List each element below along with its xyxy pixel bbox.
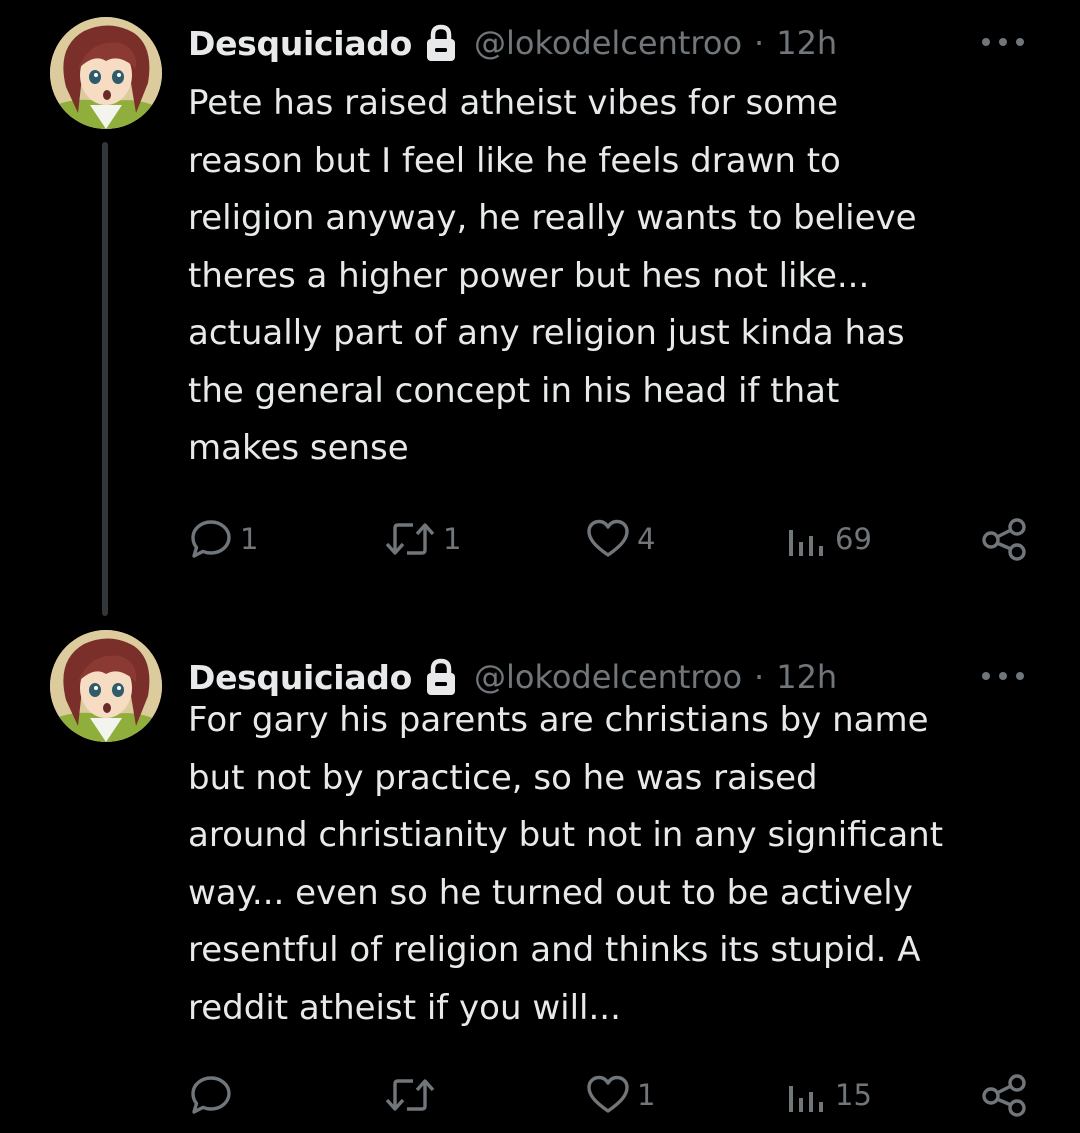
separator-dot: ·: [754, 24, 765, 62]
author-name[interactable]: Desquiciado: [188, 24, 412, 63]
like-button[interactable]: 4: [585, 514, 655, 564]
retweet-button[interactable]: [383, 1070, 443, 1120]
share-button[interactable]: [980, 1070, 1030, 1120]
tweet-actions: 1 15: [0, 1070, 1080, 1120]
views-count: 69: [835, 522, 872, 556]
reply-button[interactable]: 1: [188, 514, 258, 564]
tweet[interactable]: Desquiciado @lokodelcentroo · 12h For ga…: [0, 620, 1080, 1133]
reply-button[interactable]: [188, 1070, 240, 1120]
share-icon: [982, 518, 1026, 561]
lock-icon: [426, 658, 455, 695]
heart-icon: [587, 519, 629, 557]
like-button[interactable]: 1: [585, 1070, 655, 1120]
reply-icon: [191, 520, 231, 558]
author-handle[interactable]: @lokodelcentroo: [474, 24, 742, 62]
lock-icon: [426, 24, 455, 61]
separator-dot: ·: [754, 658, 765, 696]
retweet-count: 1: [443, 522, 462, 556]
reply-icon: [191, 1076, 231, 1114]
views-count: 15: [835, 1078, 872, 1112]
views-icon: [789, 1086, 823, 1112]
like-count: 1: [637, 1078, 656, 1112]
views-button[interactable]: 69: [785, 514, 872, 564]
avatar[interactable]: [50, 17, 162, 129]
views-icon: [789, 530, 823, 556]
retweet-icon: [385, 1079, 435, 1111]
timestamp[interactable]: 12h: [776, 24, 837, 62]
tweet-header: Desquiciado @lokodelcentroo · 12h: [188, 18, 1080, 68]
reply-count: 1: [240, 522, 259, 556]
heart-icon: [587, 1075, 629, 1113]
tweet[interactable]: Desquiciado @lokodelcentroo · 12h Pete h…: [0, 0, 1080, 620]
tweet-text: For gary his parents are christians by n…: [188, 700, 944, 1028]
like-count: 4: [637, 522, 656, 556]
author-name[interactable]: Desquiciado: [188, 658, 412, 697]
author-handle[interactable]: @lokodelcentroo: [474, 658, 742, 696]
more-icon[interactable]: [978, 32, 1028, 52]
share-button[interactable]: [980, 514, 1030, 564]
retweet-button[interactable]: 1: [383, 514, 461, 564]
views-button[interactable]: 15: [785, 1070, 872, 1120]
share-icon: [982, 1074, 1026, 1117]
timestamp[interactable]: 12h: [776, 658, 837, 696]
more-icon[interactable]: [978, 666, 1028, 686]
tweet-actions: 1 1 4 69: [0, 514, 1080, 564]
retweet-icon: [385, 523, 435, 555]
avatar[interactable]: [50, 630, 162, 742]
tweet-text: Pete has raised atheist vibes for some r…: [188, 83, 917, 468]
